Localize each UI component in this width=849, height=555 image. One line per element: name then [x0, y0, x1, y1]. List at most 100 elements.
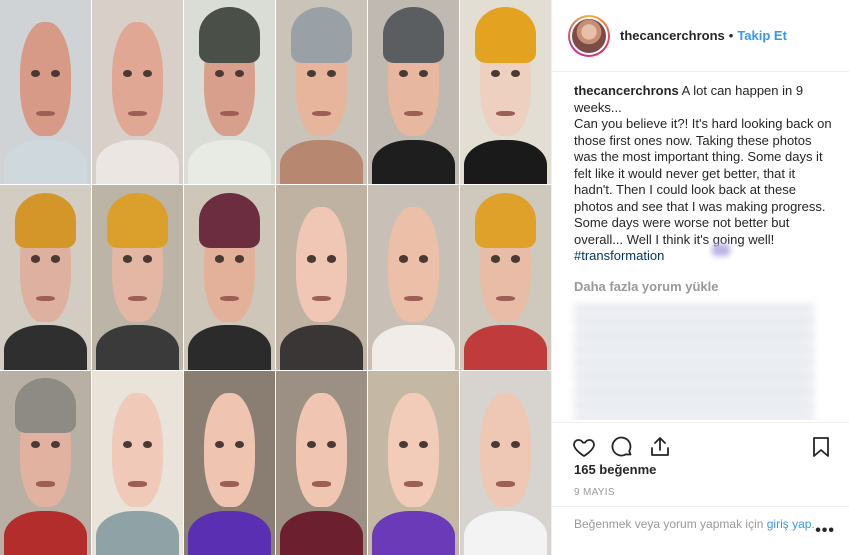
- shoulders-shape: [95, 140, 180, 185]
- eye-shape: [490, 255, 501, 263]
- shoulders-shape: [463, 325, 548, 370]
- collage-selfie-tile: [460, 370, 551, 555]
- eye-shape: [510, 440, 521, 449]
- mouth-shape: [36, 110, 55, 117]
- eye-shape: [306, 440, 317, 449]
- shoulders-shape: [371, 510, 456, 555]
- eye-shape: [418, 440, 429, 449]
- collage-selfie-tile: [184, 185, 275, 370]
- login-link[interactable]: giriş yap: [767, 517, 812, 531]
- eye-shape: [234, 255, 245, 263]
- post-date[interactable]: 9 MAYIS: [574, 487, 615, 498]
- face-shape: [112, 392, 163, 508]
- collage-selfie-tile: [460, 185, 551, 370]
- share-icon[interactable]: [648, 435, 672, 459]
- collage-selfie-tile: [276, 0, 367, 185]
- post-photo[interactable]: [0, 0, 551, 555]
- eye-shape: [142, 255, 153, 263]
- shoulders-shape: [3, 140, 88, 185]
- eye-shape: [30, 440, 41, 449]
- blurred-comment-highlight: [712, 244, 730, 256]
- caption: thecancerchrons A lot can happen in 9 we…: [574, 83, 833, 265]
- face-shape: [204, 392, 255, 508]
- shoulders-shape: [371, 140, 456, 185]
- avatar-image: [570, 16, 608, 55]
- mouth-shape: [312, 481, 331, 487]
- eye-shape: [418, 255, 429, 263]
- avatar[interactable]: [568, 14, 610, 57]
- eye-shape: [306, 255, 317, 263]
- caption-text: A lot can happen in 9 weeks... Can you b…: [574, 83, 832, 247]
- shoulders-shape: [463, 140, 548, 185]
- shoulders-shape: [187, 140, 272, 185]
- eye-shape: [122, 440, 133, 449]
- load-more-comments-button[interactable]: Daha fazla yorum yükle: [574, 279, 833, 294]
- collage-selfie-tile: [460, 0, 551, 185]
- mouth-shape: [312, 110, 331, 117]
- collage-selfie-tile: [368, 0, 459, 185]
- mouth-shape: [220, 110, 239, 117]
- eye-shape: [490, 440, 501, 449]
- hat-shape: [474, 192, 537, 248]
- face-shape: [480, 392, 531, 508]
- face-shape: [296, 207, 347, 322]
- face-shape: [296, 392, 347, 508]
- collage-selfie-tile: [92, 185, 183, 370]
- shoulders-shape: [463, 510, 548, 555]
- collage-selfie-tile: [184, 370, 275, 555]
- shoulders-shape: [279, 140, 364, 185]
- follow-button[interactable]: Takip Et: [737, 28, 787, 43]
- hat-shape: [198, 192, 261, 248]
- collage-selfie-tile: [0, 370, 91, 555]
- eye-shape: [50, 255, 61, 263]
- collage-selfie-tile: [0, 185, 91, 370]
- shoulders-shape: [371, 325, 456, 370]
- hat-shape: [198, 7, 261, 63]
- login-prompt-text: Beğenmek veya yorum yapmak için: [574, 517, 767, 531]
- mouth-shape: [496, 481, 515, 487]
- comment-icon[interactable]: [610, 435, 634, 459]
- mouth-shape: [128, 110, 147, 117]
- bookmark-icon[interactable]: [809, 435, 833, 459]
- eye-shape: [326, 255, 337, 263]
- comments-section: thecancerchrons A lot can happen in 9 we…: [552, 73, 849, 420]
- action-bar: [552, 422, 849, 462]
- login-prompt: Beğenmek veya yorum yapmak için giriş ya…: [552, 506, 849, 555]
- shoulders-shape: [187, 510, 272, 555]
- mouth-shape: [220, 481, 239, 487]
- header-username[interactable]: thecancerchrons: [620, 28, 725, 43]
- shoulders-shape: [3, 325, 88, 370]
- likes-count[interactable]: 165 beğenme: [574, 462, 656, 477]
- eye-shape: [510, 255, 521, 263]
- eye-shape: [30, 255, 41, 263]
- hat-shape: [290, 7, 353, 63]
- eye-shape: [122, 255, 133, 263]
- caption-username[interactable]: thecancerchrons: [574, 83, 679, 98]
- more-options-icon[interactable]: •••: [815, 523, 835, 539]
- shoulders-shape: [95, 510, 180, 555]
- shoulders-shape: [279, 510, 364, 555]
- shoulders-shape: [187, 325, 272, 370]
- collage-selfie-tile: [92, 370, 183, 555]
- eye-shape: [398, 440, 409, 449]
- eye-shape: [214, 255, 225, 263]
- collage-selfie-tile: [368, 185, 459, 370]
- eye-shape: [326, 440, 337, 449]
- eye-shape: [50, 440, 61, 449]
- eye-shape: [234, 440, 245, 449]
- collage-selfie-tile: [276, 185, 367, 370]
- collage-selfie-tile: [276, 370, 367, 555]
- mouth-shape: [496, 110, 515, 117]
- collage-selfie-tile: [0, 0, 91, 185]
- face-shape: [388, 392, 439, 508]
- mouth-shape: [128, 481, 147, 487]
- hat-shape: [14, 378, 77, 434]
- hashtag-link[interactable]: #transformation: [574, 248, 664, 263]
- mouth-shape: [36, 481, 55, 487]
- post-header: thecancerchrons • Takip Et: [552, 0, 849, 72]
- heart-icon[interactable]: [572, 435, 596, 459]
- shoulders-shape: [279, 325, 364, 370]
- collage-selfie-tile: [92, 0, 183, 185]
- shoulders-shape: [95, 325, 180, 370]
- eye-shape: [398, 255, 409, 263]
